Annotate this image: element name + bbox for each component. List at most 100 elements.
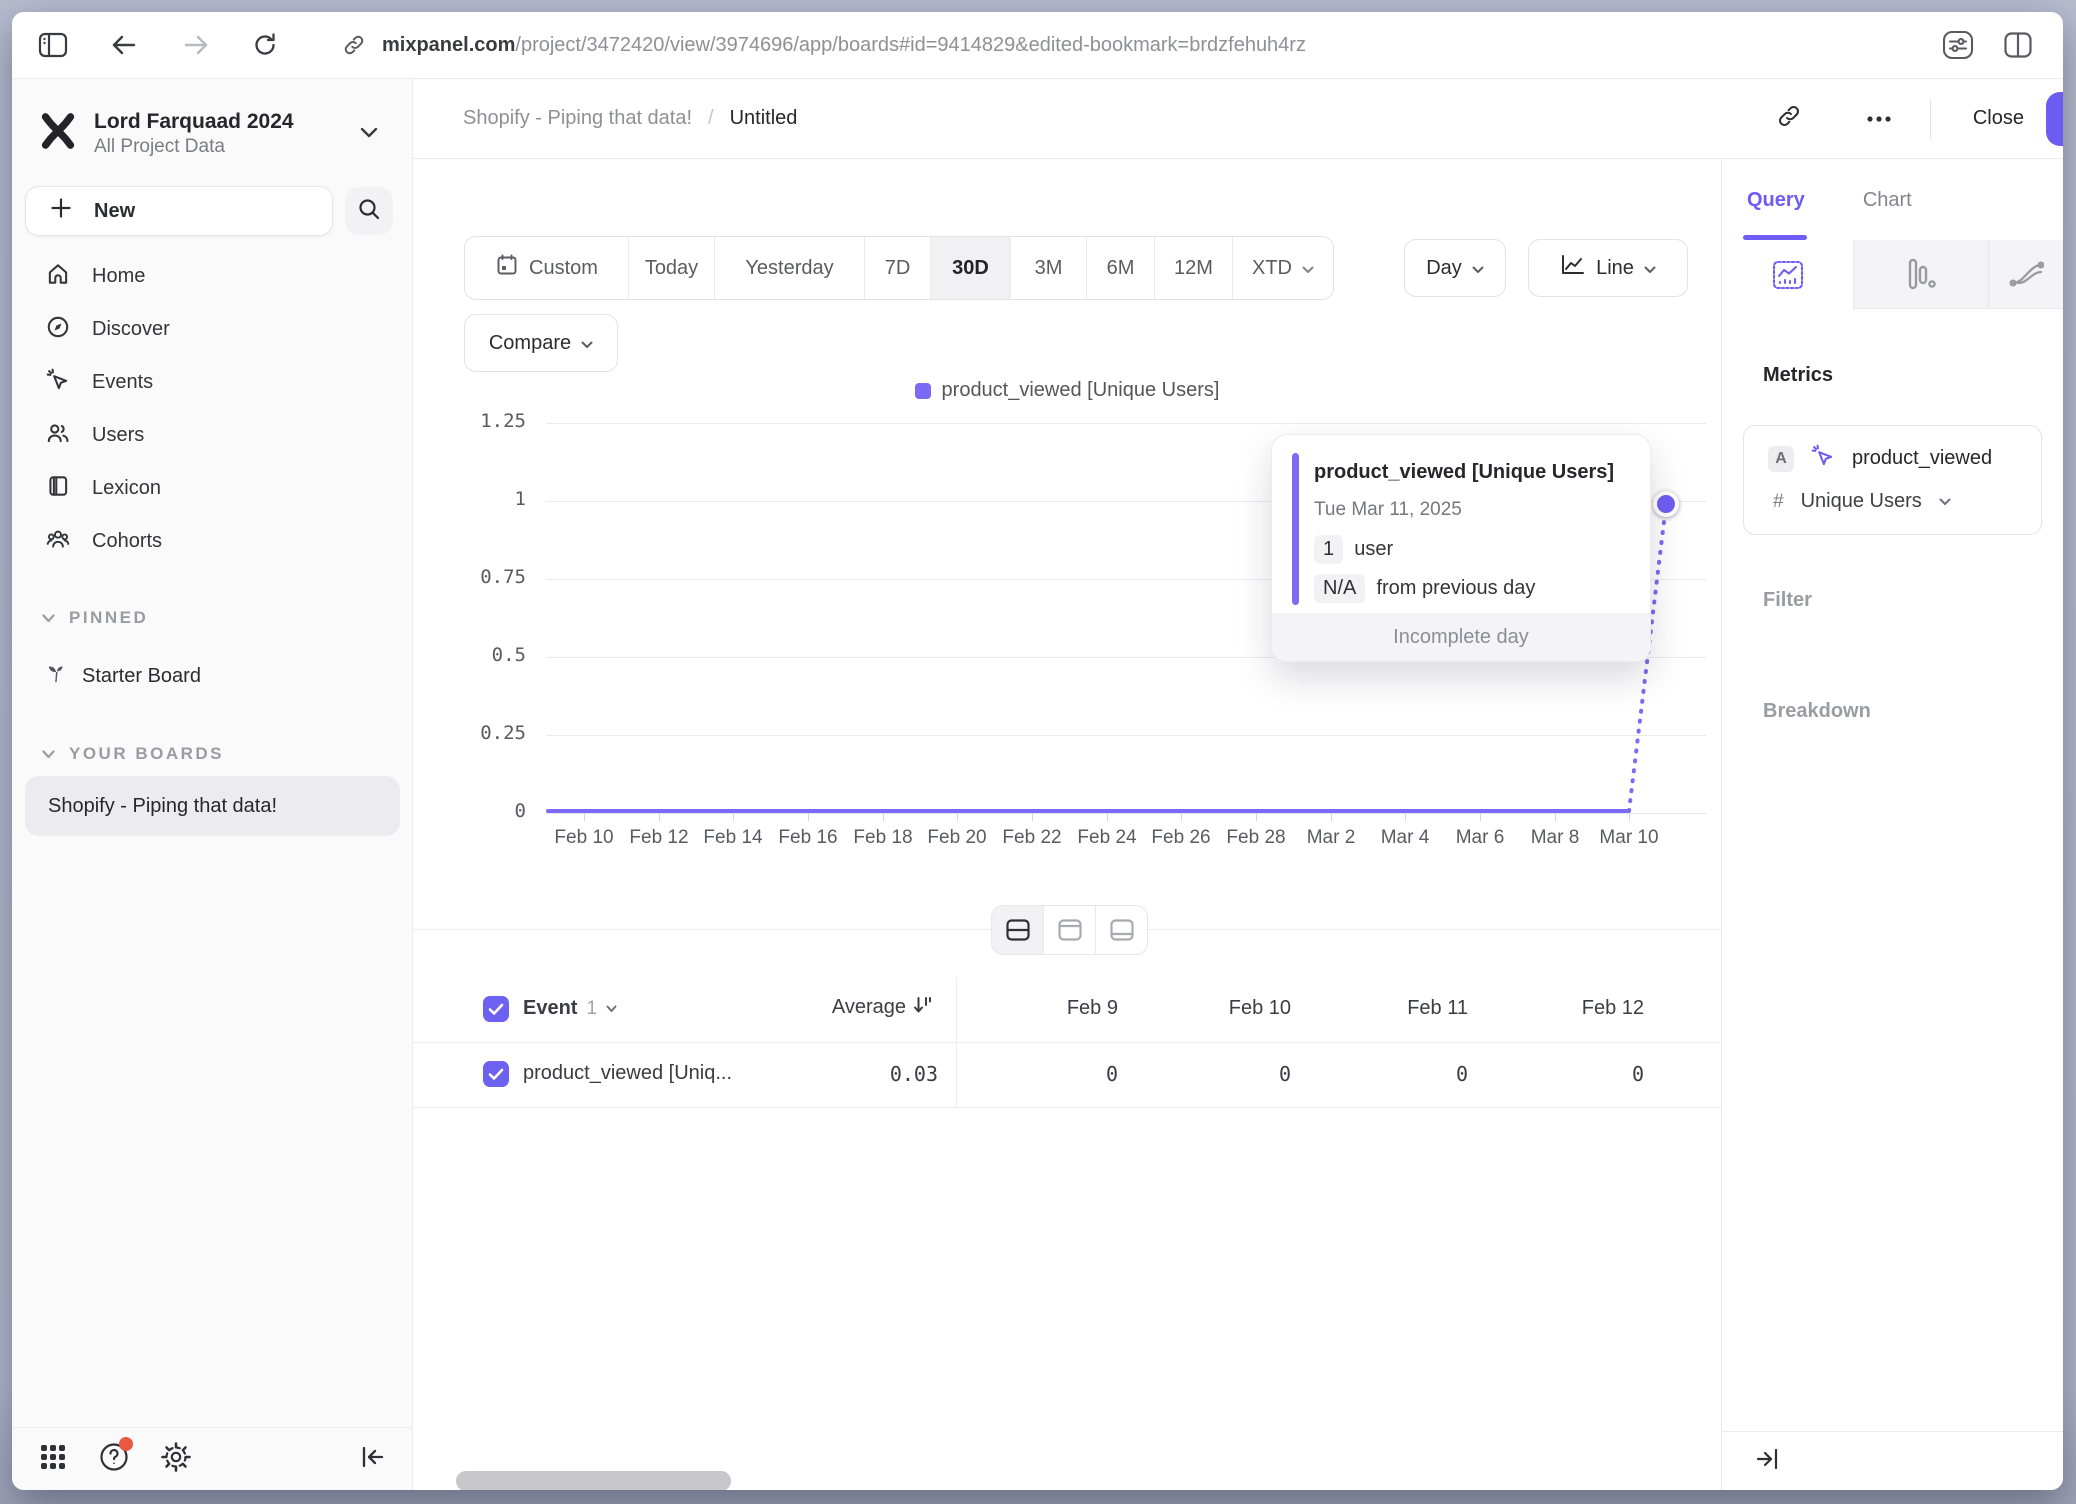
range-12m[interactable]: 12M bbox=[1155, 237, 1233, 299]
legend-swatch bbox=[915, 383, 931, 399]
range-yesterday[interactable]: Yesterday bbox=[715, 237, 865, 299]
x-tick bbox=[1256, 814, 1257, 821]
save-button[interactable] bbox=[2046, 92, 2063, 146]
reload-icon[interactable] bbox=[252, 32, 278, 58]
granularity-label: Day bbox=[1426, 257, 1462, 280]
aggregation-symbol: # bbox=[1773, 491, 1784, 513]
range-label: Yesterday bbox=[745, 257, 833, 280]
new-button[interactable]: New bbox=[25, 186, 333, 236]
url-path: /project/3472420/view/3974696/app/boards… bbox=[515, 34, 1306, 56]
forward-icon[interactable] bbox=[182, 33, 210, 57]
range-7d[interactable]: 7D bbox=[865, 237, 931, 299]
sidebar-item-shopify-board[interactable]: Shopify - Piping that data! bbox=[25, 776, 400, 836]
range-3m[interactable]: 3M bbox=[1011, 237, 1087, 299]
aggregation-label: Unique Users bbox=[1801, 490, 1922, 513]
chevron-down-icon bbox=[42, 608, 55, 628]
split-view-toggle[interactable] bbox=[992, 906, 1044, 954]
tab-chart[interactable]: Chart bbox=[1863, 189, 1912, 212]
sidebar-item-starter-board[interactable]: Starter Board bbox=[12, 650, 412, 702]
flows-tab[interactable] bbox=[1989, 240, 2063, 309]
granularity-dropdown[interactable]: Day bbox=[1404, 239, 1506, 297]
data-point-marker[interactable] bbox=[1653, 491, 1679, 517]
metric-letter-badge: A bbox=[1768, 446, 1794, 472]
pinned-section-header[interactable]: PINNED bbox=[12, 602, 412, 634]
filter-section-label[interactable]: Filter bbox=[1763, 589, 1812, 612]
mixpanel-logo-icon bbox=[38, 110, 78, 157]
book-icon bbox=[45, 473, 71, 505]
insights-tab-active[interactable] bbox=[1722, 240, 1854, 309]
date-column-header[interactable]: Feb 10 bbox=[1126, 997, 1291, 1020]
chart-only-toggle[interactable] bbox=[1044, 906, 1096, 954]
close-button[interactable]: Close bbox=[1973, 107, 2024, 130]
compare-dropdown[interactable]: Compare bbox=[464, 314, 618, 372]
row-checkbox[interactable] bbox=[483, 1061, 509, 1087]
split-view-icon[interactable] bbox=[2003, 31, 2033, 59]
sidebar-item-users[interactable]: Users bbox=[12, 409, 412, 462]
sidebar-item-events[interactable]: Events bbox=[12, 356, 412, 409]
tune-icon[interactable] bbox=[1941, 29, 1975, 61]
x-tick bbox=[1107, 814, 1108, 821]
workspace-switcher[interactable]: Lord Farquaad 2024 All Project Data bbox=[12, 79, 412, 158]
url-domain: mixpanel.com bbox=[382, 34, 515, 56]
sidebar-footer bbox=[12, 1427, 412, 1490]
date-column-header[interactable]: Feb 12 bbox=[1479, 997, 1644, 1020]
metric-card[interactable]: A product_viewed # Unique Users bbox=[1743, 425, 2042, 535]
help-icon[interactable] bbox=[98, 1441, 130, 1478]
funnels-tab[interactable] bbox=[1854, 240, 1989, 309]
insights-icon bbox=[1771, 259, 1805, 291]
select-all-checkbox[interactable] bbox=[483, 996, 509, 1022]
table-only-toggle[interactable] bbox=[1096, 906, 1147, 954]
sidebar-nav: Home Discover Events Users Lexicon bbox=[12, 250, 412, 568]
chart-type-dropdown[interactable]: Line bbox=[1528, 239, 1688, 297]
chevron-down-icon bbox=[360, 125, 378, 143]
your-boards-section-header[interactable]: YOUR BOARDS bbox=[12, 738, 412, 770]
breadcrumb-board[interactable]: Shopify - Piping that data! bbox=[463, 107, 692, 130]
collapse-panel-icon[interactable] bbox=[1756, 1448, 1780, 1475]
new-button-label: New bbox=[94, 200, 135, 223]
range-today[interactable]: Today bbox=[629, 237, 715, 299]
horizontal-scrollbar[interactable] bbox=[456, 1471, 731, 1490]
row-average-value: 0.03 bbox=[738, 1062, 938, 1086]
browser-sidebar-icon[interactable] bbox=[38, 32, 68, 58]
back-icon[interactable] bbox=[110, 33, 138, 57]
sidebar-item-home[interactable]: Home bbox=[12, 250, 412, 303]
range-xtd[interactable]: XTD bbox=[1233, 237, 1333, 299]
average-header-cell[interactable]: Average bbox=[733, 995, 933, 1020]
range-30d-selected[interactable]: 30D bbox=[931, 237, 1011, 299]
report-type-tabs bbox=[1722, 240, 2063, 309]
gear-icon[interactable] bbox=[160, 1441, 192, 1478]
sort-icon bbox=[913, 995, 933, 1020]
copy-link-icon[interactable] bbox=[1776, 103, 1802, 134]
range-6m[interactable]: 6M bbox=[1087, 237, 1155, 299]
x-tick bbox=[659, 814, 660, 821]
chevron-down-icon bbox=[606, 1000, 617, 1018]
row-event-name[interactable]: product_viewed [Uniq... bbox=[523, 1062, 732, 1085]
y-tick-label: 0 bbox=[413, 800, 526, 822]
breadcrumb-page[interactable]: Untitled bbox=[730, 107, 798, 130]
x-tick-label: Mar 10 bbox=[1584, 827, 1674, 849]
breakdown-section-label[interactable]: Breakdown bbox=[1763, 700, 1871, 723]
date-column-header[interactable]: Feb 11 bbox=[1303, 997, 1468, 1020]
event-header-cell[interactable]: Event 1 bbox=[523, 997, 617, 1020]
range-custom[interactable]: Custom bbox=[465, 237, 629, 299]
tooltip-footer: Incomplete day bbox=[1272, 613, 1650, 661]
collapse-sidebar-icon[interactable] bbox=[360, 1445, 386, 1474]
x-tick bbox=[808, 814, 809, 821]
aggregation-dropdown[interactable]: # Unique Users bbox=[1773, 490, 1951, 513]
url-bar[interactable]: mixpanel.com/project/3472420/view/397469… bbox=[382, 34, 1306, 57]
sidebar-item-discover[interactable]: Discover bbox=[12, 303, 412, 356]
apps-grid-icon[interactable] bbox=[38, 1442, 68, 1477]
more-options-icon[interactable] bbox=[1866, 110, 1892, 128]
notification-dot bbox=[119, 1437, 133, 1451]
metric-event-name: product_viewed bbox=[1852, 447, 1992, 470]
range-label: 12M bbox=[1174, 257, 1213, 280]
chevron-down-icon bbox=[1472, 257, 1484, 280]
link-icon bbox=[342, 33, 366, 57]
search-button[interactable] bbox=[345, 187, 393, 235]
tab-query[interactable]: Query bbox=[1747, 189, 1805, 212]
x-tick bbox=[1331, 814, 1332, 821]
board-label: Shopify - Piping that data! bbox=[48, 795, 277, 818]
date-column-header[interactable]: Feb 9 bbox=[953, 997, 1118, 1020]
sidebar-item-lexicon[interactable]: Lexicon bbox=[12, 462, 412, 515]
sidebar-item-cohorts[interactable]: Cohorts bbox=[12, 515, 412, 568]
